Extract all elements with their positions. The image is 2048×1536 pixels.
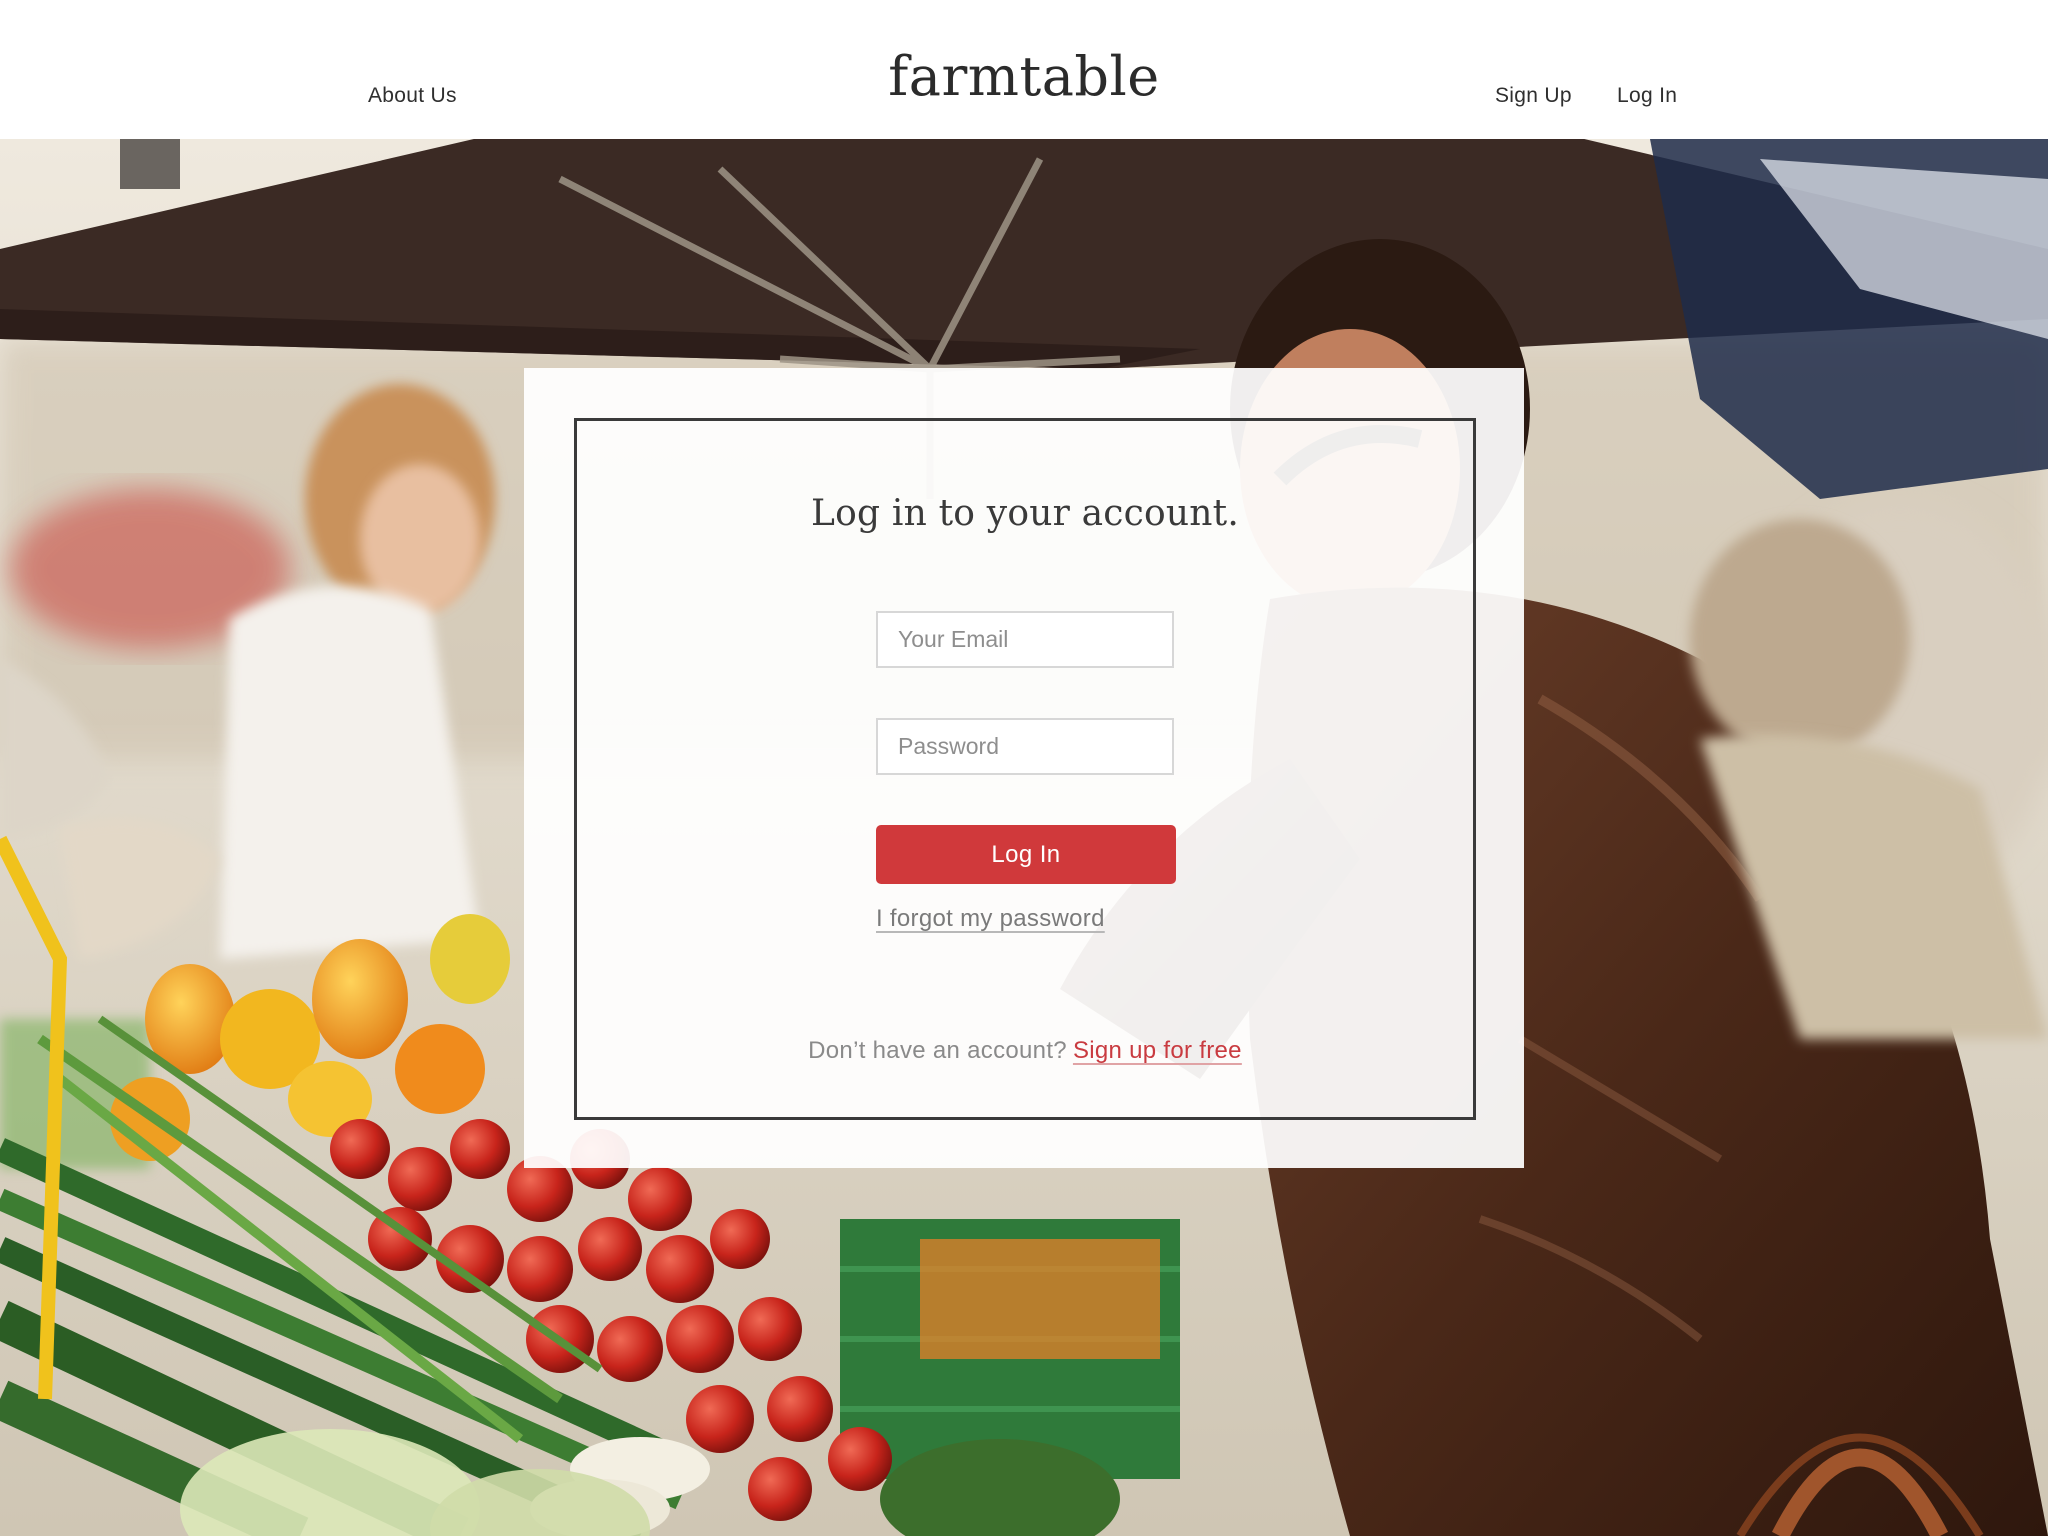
login-card: Log in to your account. Log In I forgot … xyxy=(524,368,1524,1168)
no-account-text: Don’t have an account? xyxy=(808,1037,1067,1064)
forgot-password-link[interactable]: I forgot my password xyxy=(876,905,1105,933)
sign-up-free-link[interactable]: Sign up for free xyxy=(1073,1037,1242,1064)
log-in-button[interactable]: Log In xyxy=(876,825,1176,884)
login-card-frame: Log in to your account. Log In I forgot … xyxy=(574,418,1476,1120)
nav-log-in-link[interactable]: Log In xyxy=(1617,84,1677,108)
login-heading: Log in to your account. xyxy=(811,493,1239,534)
site-logo[interactable]: farmtable xyxy=(0,50,2048,104)
nav-sign-up-link[interactable]: Sign Up xyxy=(1495,84,1572,108)
password-input[interactable] xyxy=(876,718,1174,775)
site-header: About Us farmtable Sign Up Log In xyxy=(0,0,2048,139)
signup-prompt: Don’t have an account? Sign up for free xyxy=(577,1037,1473,1065)
email-input[interactable] xyxy=(876,611,1174,668)
